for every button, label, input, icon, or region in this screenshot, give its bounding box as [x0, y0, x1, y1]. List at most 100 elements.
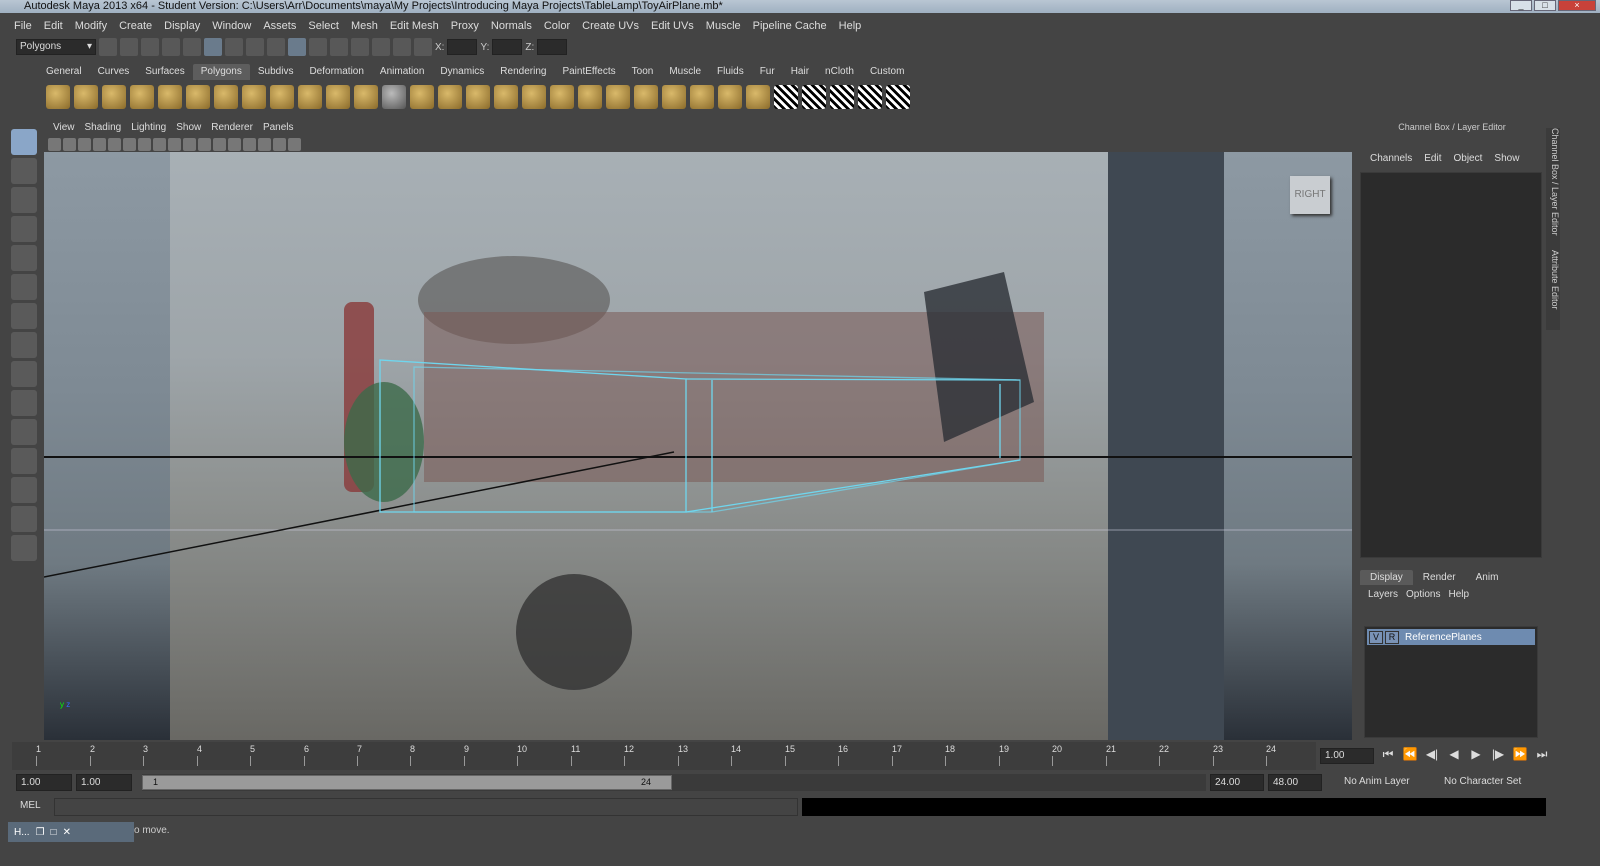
viewport-menu-shading[interactable]: Shading — [80, 120, 127, 136]
planar-map-icon[interactable] — [774, 85, 798, 109]
bridge-icon[interactable] — [438, 85, 462, 109]
image-plane-icon[interactable] — [93, 137, 106, 151]
snap-curve-icon[interactable] — [246, 38, 264, 56]
checker-icon[interactable] — [886, 85, 910, 109]
shadows-icon[interactable] — [258, 137, 271, 151]
step-back-key-icon[interactable]: ⏪ — [1402, 747, 1418, 762]
offset-edge-icon[interactable] — [550, 85, 574, 109]
smooth-shade-icon[interactable] — [213, 137, 226, 151]
layers-menu[interactable]: Layers — [1364, 586, 1402, 604]
shelf-tab-subdivs[interactable]: Subdivs — [250, 64, 302, 80]
move-tool-icon[interactable] — [11, 216, 37, 242]
select-hierarchy-icon[interactable] — [162, 38, 180, 56]
menu-edit-mesh[interactable]: Edit Mesh — [384, 18, 445, 34]
poly-pipe-icon[interactable] — [242, 85, 266, 109]
edit-menu[interactable]: Edit — [1418, 150, 1447, 168]
hypershade-icon[interactable] — [393, 38, 411, 56]
shelf-tab-dynamics[interactable]: Dynamics — [432, 64, 492, 80]
menu-mesh[interactable]: Mesh — [345, 18, 384, 34]
menu-modify[interactable]: Modify — [69, 18, 113, 34]
merge-icon[interactable] — [606, 85, 630, 109]
playback-start-field[interactable]: 1.00 — [76, 774, 132, 791]
resolution-gate-icon[interactable] — [138, 137, 151, 151]
wedge-icon[interactable] — [634, 85, 658, 109]
rotate-tool-icon[interactable] — [11, 245, 37, 271]
current-frame-field[interactable]: 1.00 — [1320, 748, 1374, 764]
four-pane-layout-icon[interactable] — [11, 448, 37, 474]
help-menu[interactable]: Help — [1444, 586, 1473, 604]
shelf-tab-fur[interactable]: Fur — [752, 64, 783, 80]
viewport-menu-panels[interactable]: Panels — [258, 120, 299, 136]
menu-window[interactable]: Window — [206, 18, 257, 34]
close-button[interactable]: × — [1558, 0, 1596, 11]
mel-input[interactable] — [54, 798, 798, 816]
taskbar-item[interactable]: H... ❐ □ ✕ — [8, 822, 134, 842]
shelf-tab-painteffects[interactable]: PaintEffects — [554, 64, 623, 80]
y-input[interactable] — [492, 39, 523, 55]
poke-icon[interactable] — [662, 85, 686, 109]
insert-edge-loop-icon[interactable] — [522, 85, 546, 109]
side-tab-attribute-editor[interactable]: Attribute Editor — [1546, 250, 1560, 330]
go-to-start-icon[interactable]: ⏮ — [1380, 747, 1396, 762]
snap-point-icon[interactable] — [267, 38, 285, 56]
grid-toggle-icon[interactable] — [108, 137, 121, 151]
poly-cone-icon[interactable] — [130, 85, 154, 109]
poly-sphere-icon[interactable] — [46, 85, 70, 109]
lasso-tool-icon[interactable] — [11, 158, 37, 184]
show-menu[interactable]: Show — [1488, 150, 1525, 168]
layer-tab-anim[interactable]: Anim — [1466, 570, 1509, 585]
menu-proxy[interactable]: Proxy — [445, 18, 485, 34]
soft-mod-tool-icon[interactable] — [11, 332, 37, 358]
layer-visibility-toggle[interactable]: V — [1369, 630, 1383, 644]
film-gate-icon[interactable] — [123, 137, 136, 151]
save-scene-icon[interactable] — [141, 38, 159, 56]
xray-icon[interactable] — [273, 137, 286, 151]
separate-icon[interactable] — [326, 85, 350, 109]
shelf-tab-ncloth[interactable]: nCloth — [817, 64, 862, 80]
range-slider-handle[interactable]: 1 24 — [142, 775, 672, 790]
start-time-field[interactable]: 1.00 — [16, 774, 72, 791]
shelf-tab-rendering[interactable]: Rendering — [492, 64, 554, 80]
poly-torus-icon[interactable] — [186, 85, 210, 109]
menu-assets[interactable]: Assets — [257, 18, 302, 34]
shelf-tab-polygons[interactable]: Polygons — [192, 64, 250, 80]
manipulator-tool-icon[interactable] — [11, 303, 37, 329]
cylindrical-map-icon[interactable] — [802, 85, 826, 109]
new-scene-icon[interactable] — [99, 38, 117, 56]
play-forwards-icon[interactable]: ▶ — [1468, 747, 1484, 762]
spherical-map-icon[interactable] — [830, 85, 854, 109]
menu-select[interactable]: Select — [302, 18, 345, 34]
shelf-tab-muscle[interactable]: Muscle — [661, 64, 709, 80]
menu-display[interactable]: Display — [158, 18, 206, 34]
menu-file[interactable]: File — [8, 18, 38, 34]
z-input[interactable] — [537, 39, 568, 55]
poly-plane-icon[interactable] — [158, 85, 182, 109]
shelf-tab-animation[interactable]: Animation — [372, 64, 432, 80]
split-icon[interactable] — [494, 85, 518, 109]
shelf-tab-curves[interactable]: Curves — [90, 64, 138, 80]
layer-tab-render[interactable]: Render — [1413, 570, 1466, 585]
menu-create-uvs[interactable]: Create UVs — [576, 18, 645, 34]
maximize-button[interactable]: □ — [1534, 0, 1556, 11]
open-scene-icon[interactable] — [120, 38, 138, 56]
shelf-tab-toon[interactable]: Toon — [624, 64, 662, 80]
isolate-select-icon[interactable] — [288, 137, 301, 151]
last-tool-icon[interactable] — [11, 361, 37, 387]
range-slider[interactable]: 1 24 — [142, 774, 1206, 791]
render-frame-icon[interactable] — [330, 38, 348, 56]
poly-helix-icon[interactable] — [270, 85, 294, 109]
camera-select-icon[interactable] — [48, 137, 61, 151]
shelf-tab-deformation[interactable]: Deformation — [301, 64, 371, 80]
viewport-menu-show[interactable]: Show — [171, 120, 206, 136]
scale-tool-icon[interactable] — [11, 274, 37, 300]
object-menu[interactable]: Object — [1448, 150, 1489, 168]
safe-title-icon[interactable] — [183, 137, 196, 151]
layer-reference-toggle[interactable]: R — [1385, 630, 1399, 644]
shelf-tab-hair[interactable]: Hair — [783, 64, 817, 80]
play-backwards-icon[interactable]: ◀ — [1446, 747, 1462, 762]
poly-cylinder-icon[interactable] — [102, 85, 126, 109]
triangulate-icon[interactable] — [690, 85, 714, 109]
poly-pyramid-icon[interactable] — [214, 85, 238, 109]
viewport-3d[interactable]: RIGHT y z — [44, 152, 1352, 740]
transform-input-icon[interactable] — [414, 38, 432, 56]
